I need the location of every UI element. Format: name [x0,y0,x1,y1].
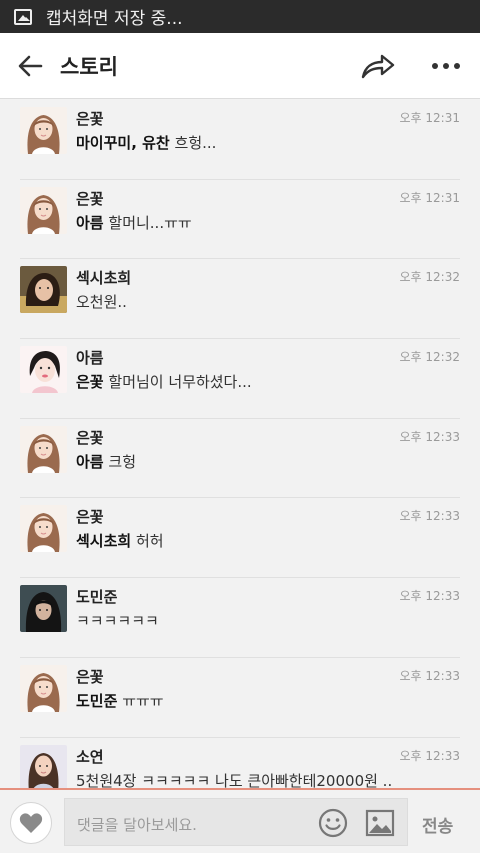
comment-body: ㅋㅋㅋㅋㅋㅋ [76,612,159,631]
comment-item[interactable]: 은꽃 오후 12:33 섹시초희 허허 [20,498,460,579]
arrow-left-icon [18,55,43,76]
status-text: 캡처화면 저장 중... [46,9,183,29]
comment-item[interactable]: 소연 오후 12:33 5천원4장 ㅋㅋㅋㅋㅋ 나도 큰아빠한테20000원 .… [20,738,460,789]
comment-item[interactable]: 은꽃 오후 12:31 아름 할머니...ㅠㅠ [20,180,460,260]
comment-item[interactable]: 섹시초희 오후 12:32 오천원.. [20,259,460,340]
comment-input[interactable]: 댓글을 달아보세요. [64,798,408,846]
avatar[interactable] [20,585,67,633]
image-icon [14,8,32,25]
comment-text: 아름 크헝 [76,451,136,472]
more-button[interactable] [426,51,466,81]
heart-icon [19,813,43,833]
comment-time: 오후 12:31 [399,190,460,205]
comment-item[interactable]: 은꽃 오후 12:33 아름 크헝 [20,419,460,499]
avatar-person-icon [20,585,67,633]
avatar-girl-icon [20,744,67,788]
emoticon-icon[interactable] [317,807,349,839]
comment-author[interactable]: 은꽃 [76,506,104,527]
comment-body: 할머님이 너무하셨다... [108,373,252,392]
comment-input-placeholder: 댓글을 달아보세요. [77,816,197,834]
comment-time: 오후 12:33 [399,429,460,444]
comment-text: 아름 할머니...ㅠㅠ [76,212,192,233]
comment-mention[interactable]: 섹시초희 [76,532,131,550]
share-button[interactable] [360,51,400,81]
comment-author[interactable]: 아름 [76,347,104,368]
comment-body: 흐헝... [174,134,217,152]
avatar[interactable] [20,266,67,314]
comment-time: 오후 12:33 [399,589,460,604]
comment-body: 크헝 [108,452,136,471]
comment-author[interactable]: 은꽃 [76,666,104,687]
avatar-girl-icon [20,107,67,154]
more-dot-icon [454,63,460,69]
comment-author[interactable]: 섹시초희 [76,267,131,288]
comment-time: 오후 12:33 [399,668,460,683]
comment-text: 섹시초희 허허 [76,530,164,551]
comment-author[interactable]: 소연 [76,746,104,767]
comment-author[interactable]: 은꽃 [76,427,104,448]
comment-time: 오후 12:31 [399,111,460,125]
comment-mention[interactable]: 아름 [76,214,104,232]
comment-mention[interactable]: 은꽃 [76,373,104,391]
more-dot-icon [443,63,449,69]
comment-author[interactable]: 도민준 [76,586,117,607]
comment-body: 5천원4장 ㅋㅋㅋㅋㅋ 나도 큰아빠한테20000원 .. [76,771,393,789]
comment-item[interactable]: 은꽃 오후 12:33 도민준 ㅠㅠㅠ [20,658,460,738]
avatar-girl-icon [20,266,67,314]
comment-list[interactable]: 은꽃 오후 12:31 마이꾸미, 유찬 흐헝... 은꽃 오후 12:31 아… [0,100,480,788]
comment-time: 오후 12:33 [399,748,460,763]
avatar[interactable] [20,107,67,154]
avatar-girl-icon [20,425,67,473]
avatar[interactable] [20,346,67,394]
comment-input-bar: 댓글을 달아보세요. 전송 [0,788,480,853]
page-title: 스토리 [60,54,118,79]
comment-author[interactable]: 은꽃 [76,108,104,129]
header: 스토리 [0,33,480,99]
avatar[interactable] [20,744,67,788]
send-button[interactable]: 전송 [422,812,453,837]
comment-text: 5천원4장 ㅋㅋㅋㅋㅋ 나도 큰아빠한테20000원 .. [76,770,392,789]
comment-text: 은꽃 할머님이 너무하셨다... [76,371,252,392]
avatar-girl-icon [20,505,67,553]
comment-mention[interactable]: 도민준 [76,692,117,710]
avatar-girl-icon [20,346,67,394]
avatar[interactable] [20,186,67,234]
comment-text: ㅋㅋㅋㅋㅋㅋ [76,610,159,631]
comment-item[interactable]: 아름 오후 12:32 은꽃 할머님이 너무하셨다... [20,339,460,419]
comment-text: 마이꾸미, 유찬 흐헝... [76,132,216,153]
avatar[interactable] [20,664,67,712]
status-bar: 캡처화면 저장 중... [0,0,480,33]
comment-body: 허허 [135,532,164,551]
comment-author[interactable]: 은꽃 [76,188,104,209]
comment-mention[interactable]: 아름 [76,453,104,471]
comment-text: 오천원.. [76,291,127,312]
avatar-girl-icon [20,186,67,234]
more-dot-icon [432,63,438,69]
comment-text: 도민준 ㅠㅠㅠ [76,690,164,711]
comment-item[interactable]: 도민준 오후 12:33 ㅋㅋㅋㅋㅋㅋ [20,578,460,658]
comment-item[interactable]: 은꽃 오후 12:31 마이꾸미, 유찬 흐헝... [20,100,460,180]
like-button[interactable] [10,802,52,844]
comment-body: 할머니...ㅠㅠ [108,213,192,232]
comment-time: 오후 12:32 [399,350,460,365]
back-button[interactable] [0,33,60,99]
avatar-girl-icon [20,664,67,712]
comment-body: 오천원.. [76,293,127,312]
comment-body: ㅠㅠㅠ [122,691,164,710]
avatar[interactable] [20,505,67,553]
comment-time: 오후 12:32 [399,270,460,285]
comment-mention[interactable]: 마이꾸미, 유찬 [76,134,170,152]
photo-icon[interactable] [365,809,395,837]
share-icon [361,54,395,79]
avatar[interactable] [20,425,67,473]
comment-time: 오후 12:33 [399,509,460,524]
